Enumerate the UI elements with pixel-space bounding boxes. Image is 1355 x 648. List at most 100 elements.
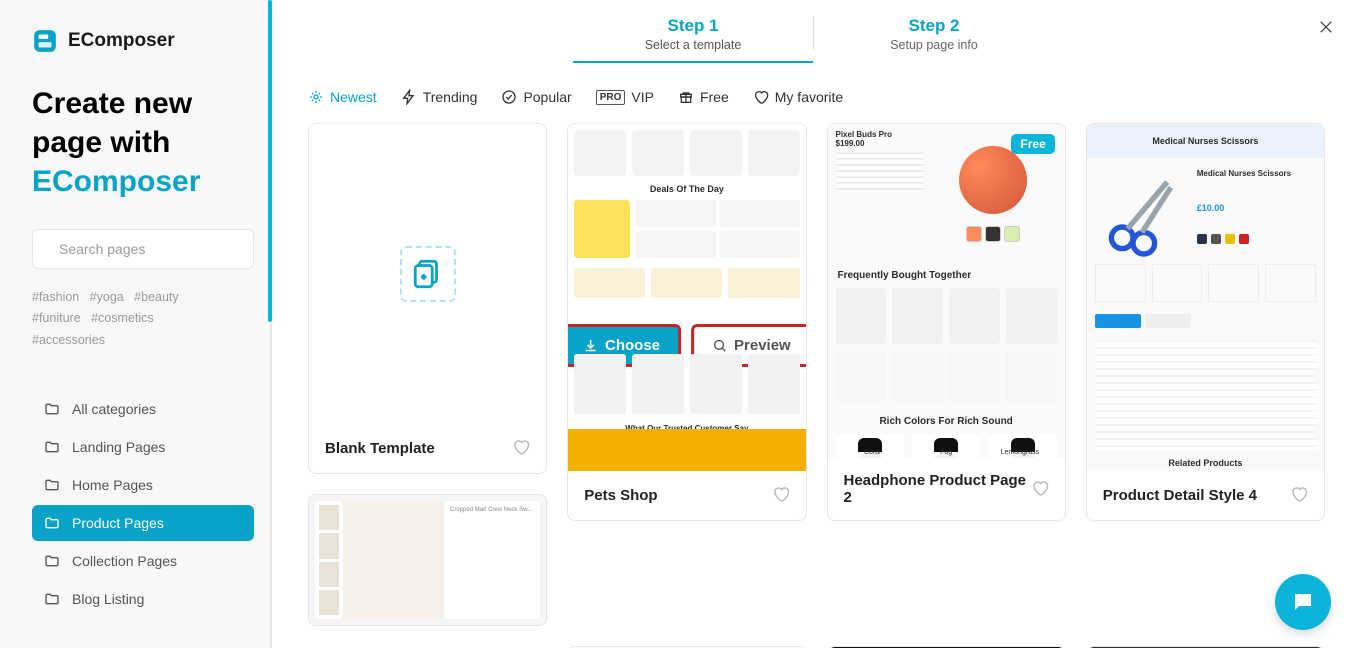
step-title: Step 1 [573,16,813,36]
step-title: Step 2 [814,16,1054,36]
check-circle-icon [501,89,517,105]
filter-vip[interactable]: PRO VIP [596,89,654,105]
sidebar: EComposer Create new page with EComposer… [0,0,272,648]
template-grid: Blank Template Free [308,123,1325,648]
nav-home-pages[interactable]: Home Pages [32,467,254,503]
card-footer: Product Detail Style 4 [1087,471,1324,520]
nav-product-pages[interactable]: Product Pages [32,505,254,541]
filter-bar: Newest Trending Popular PRO VIP Free My … [272,63,1355,123]
hero-line-1: Create new [32,87,192,120]
template-thumb: Free Deals Of The Day Choose [568,124,805,471]
download-icon [583,338,598,353]
heart-icon [772,485,790,503]
brand: EComposer [32,28,254,54]
nav-blog-listing[interactable]: Blog Listing [32,581,254,617]
tag[interactable]: #accessories [32,333,105,347]
sidebar-hero: Create new page with EComposer [32,84,254,201]
card-footer: Pets Shop [568,471,805,520]
nav-label: Collection Pages [72,553,177,569]
category-nav: All categories Landing Pages Home Pages … [32,391,254,617]
step-tabs: Step 1 Select a template Step 2 Setup pa… [272,0,1355,63]
favorite-toggle[interactable] [772,485,790,506]
tag[interactable]: #yoga [90,290,124,304]
folder-icon [44,439,60,455]
product-name: Medical Nurses Scissors [1197,168,1316,180]
card-title: Pets Shop [584,487,657,504]
favorite-toggle[interactable] [1290,485,1308,506]
product-price: £10.00 [1197,202,1316,216]
bolt-icon [401,89,417,105]
card-title: Product Detail Style 4 [1103,487,1257,504]
nav-collection-pages[interactable]: Collection Pages [32,543,254,579]
filter-label: VIP [631,89,654,105]
scissors-icon [1097,168,1187,268]
section-heading: Rich Colors For Rich Sound [828,416,1065,427]
filter-label: Free [700,89,729,105]
nav-all-categories[interactable]: All categories [32,391,254,427]
filter-label: Popular [523,89,571,105]
button-label: Choose [605,337,660,354]
folder-icon [44,591,60,607]
nav-label: Landing Pages [72,439,165,455]
hero-line-2: page with [32,126,170,159]
gift-icon [678,89,694,105]
hero-line-3: EComposer [32,165,200,198]
favorite-toggle[interactable] [1031,479,1049,500]
search-box[interactable] [32,229,254,269]
tag-cloud: #fashion #yoga #beauty #funiture #cosmet… [32,287,254,351]
nav-label: Blog Listing [72,591,144,607]
template-thumb: Free Pixel Buds Pro $199.00 [828,124,1065,458]
heart-icon [512,438,530,456]
folder-icon [44,515,60,531]
section-heading: Frequently Bought Together [838,270,972,281]
card-footer: Blank Template [309,424,546,473]
template-card[interactable]: Free Cropped Marl Crew Neck Sw... [308,494,547,626]
close-button[interactable] [1317,18,1335,39]
brand-name: EComposer [68,30,175,52]
template-card-headphone[interactable]: Free Pixel Buds Pro $199.00 [827,123,1066,521]
chat-icon [1291,590,1315,614]
search-icon [712,338,727,353]
tag[interactable]: #fashion [32,290,79,304]
blank-placeholder [400,246,456,302]
template-card-blank[interactable]: Blank Template [308,123,547,474]
chat-button[interactable] [1275,574,1331,630]
template-grid-wrapper: Blank Template Free [272,123,1355,648]
nav-landing-pages[interactable]: Landing Pages [32,429,254,465]
card-title: Headphone Product Page 2 [844,472,1031,506]
brand-logo-icon [32,28,58,54]
step-2[interactable]: Step 2 Setup page info [814,10,1054,63]
new-page-icon [411,257,445,291]
nav-label: All categories [72,401,156,417]
nav-label: Product Pages [72,515,164,531]
heart-icon [753,89,769,105]
section-heading: Related Products [1087,458,1324,468]
card-footer: Headphone Product Page 2 [828,458,1065,520]
filter-label: My favorite [775,89,843,105]
folder-icon [44,477,60,493]
pro-badge-icon: PRO [596,90,626,105]
tag[interactable]: #cosmetics [91,311,154,325]
blank-thumb [309,124,546,424]
template-card-medical[interactable]: Free Medical Nurses Scissors Medical Nur… [1086,123,1325,521]
folder-icon [44,553,60,569]
filter-popular[interactable]: Popular [501,89,571,105]
tag[interactable]: #funiture [32,311,81,325]
sparkle-icon [308,89,324,105]
step-subtitle: Select a template [573,38,813,52]
color-label: Fog [909,449,983,456]
heart-icon [1290,485,1308,503]
template-card-pets[interactable]: Free Deals Of The Day Choose [567,123,806,521]
step-1[interactable]: Step 1 Select a template [573,10,813,63]
filter-trending[interactable]: Trending [401,89,478,105]
search-input[interactable] [57,240,242,258]
filter-newest[interactable]: Newest [308,89,377,105]
tag[interactable]: #beauty [134,290,178,304]
filter-label: Trending [423,89,478,105]
nav-label: Home Pages [72,477,153,493]
filter-favorite[interactable]: My favorite [753,89,843,105]
product-name: Pixel Buds Pro [836,130,924,139]
favorite-toggle[interactable] [512,438,530,459]
color-label: Coral [836,449,910,456]
filter-free[interactable]: Free [678,89,729,105]
